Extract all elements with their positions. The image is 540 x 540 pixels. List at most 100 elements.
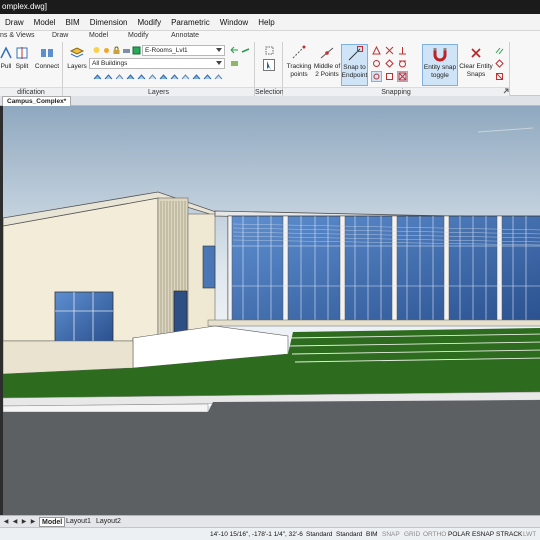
layout-tab-model[interactable]: Model	[39, 517, 66, 527]
menu-parametric[interactable]: Parametric	[166, 18, 215, 27]
snap-insertion-icon[interactable]	[397, 71, 408, 82]
layer-freeze-icon[interactable]	[125, 72, 136, 83]
snap-intersection-icon[interactable]	[384, 45, 395, 56]
snap-quadrant-icon[interactable]	[384, 58, 395, 69]
layout-tab-bar: ◀ ◀ ▶ ▶ Model Layout1 Layout2	[0, 515, 540, 527]
layer-settings-icon[interactable]	[213, 72, 224, 83]
layer-unlock-icon[interactable]	[147, 72, 158, 83]
chevron-down-icon	[216, 61, 222, 65]
next-layout-icon[interactable]: ▶	[20, 518, 28, 526]
status-grid[interactable]: GRID	[404, 530, 420, 539]
clear-snaps-icon	[467, 44, 485, 62]
connect-button[interactable]: Connect	[34, 44, 60, 71]
snap-node-icon[interactable]	[384, 71, 395, 82]
menu-modify[interactable]: Modify	[133, 18, 167, 27]
status-dim-style[interactable]: Standard	[336, 530, 362, 539]
status-bim[interactable]: BIM	[366, 530, 378, 539]
layer-unisolate-icon[interactable]	[103, 72, 114, 83]
snap-to-endpoint-label: Snap to Endpoint	[341, 64, 368, 79]
prev-layout-icon[interactable]: ◀	[11, 518, 19, 526]
current-layer-dropdown[interactable]: E-Rooms_Lvl1	[142, 45, 225, 56]
tab-draw[interactable]: Draw	[52, 32, 68, 39]
menu-window[interactable]: Window	[215, 18, 253, 27]
status-polar[interactable]: POLAR	[448, 530, 470, 539]
glass-building-base	[207, 319, 540, 327]
layer-delete-icon[interactable]	[180, 72, 191, 83]
tab-annotate[interactable]: Annotate	[171, 32, 199, 39]
ribbon-tab-strip: ns & Views Draw Model Modify Annotate	[0, 31, 540, 42]
layer-match-icon[interactable]	[229, 58, 240, 69]
clear-entity-snaps-button[interactable]: Clear Entity Snaps	[459, 44, 493, 79]
document-tab-label: Campus_Complex*	[7, 98, 67, 105]
status-esnap[interactable]: ESNAP	[472, 530, 494, 539]
snap-perpendicular-icon[interactable]	[397, 45, 408, 56]
middle-of-2-points-button[interactable]: Middle of 2 Points	[313, 44, 341, 79]
selection-group: Selection	[255, 42, 284, 96]
tracking-points-button[interactable]: Tracking points	[285, 44, 313, 79]
endpoint-snap-icon	[346, 45, 364, 63]
snap-tangent-icon[interactable]	[397, 58, 408, 69]
layer-off-icon[interactable]	[114, 72, 125, 83]
last-layout-icon[interactable]: ▶	[29, 518, 37, 526]
layer-translate-icon[interactable]	[202, 72, 213, 83]
snapping-group-label: Snapping	[283, 87, 509, 96]
layer-color-icon[interactable]	[131, 45, 142, 56]
status-snap[interactable]: SNAP	[382, 530, 400, 539]
layers-group: Layers E-Rooms_Lvl1 All Buildings Layers	[63, 42, 255, 96]
make-current-icon[interactable]	[240, 45, 251, 56]
first-layout-icon[interactable]: ◀	[2, 518, 10, 526]
menu-model[interactable]: Model	[29, 18, 61, 27]
status-ortho[interactable]: ORTHO	[423, 530, 446, 539]
layer-walk-icon[interactable]	[158, 72, 169, 83]
layers-group-label: Layers	[63, 87, 254, 96]
snapping-group: Tracking points Middle of 2 Points Snap …	[283, 42, 510, 96]
snap-to-endpoint-button[interactable]: Snap to Endpoint	[341, 44, 368, 86]
menu-dimension[interactable]: Dimension	[85, 18, 133, 27]
menu-draw[interactable]: Draw	[0, 18, 29, 27]
tab-model[interactable]: Model	[89, 32, 108, 39]
layers-label: Layers	[67, 63, 87, 70]
ribbon: Pull Split Connect dification Layers E-R…	[0, 42, 540, 96]
drawing-viewport[interactable]	[0, 106, 540, 515]
road	[3, 400, 540, 515]
layer-merge-icon[interactable]	[169, 72, 180, 83]
snap-parallel-icon[interactable]	[494, 45, 505, 56]
layer-filter-dropdown[interactable]: All Buildings	[89, 58, 225, 69]
layer-lock-icon[interactable]	[136, 72, 147, 83]
pull-label: Pull	[0, 63, 12, 70]
ribbon-overflow	[510, 42, 540, 96]
dialog-launcher-icon[interactable]	[502, 87, 509, 94]
snap-apparent-icon[interactable]	[494, 71, 505, 82]
layer-previous-icon[interactable]	[229, 45, 240, 56]
menu-help[interactable]: Help	[253, 18, 279, 27]
status-text-style[interactable]: Standard	[306, 530, 332, 539]
scene-render	[3, 106, 540, 515]
clear-entity-snaps-label: Clear Entity Snaps	[459, 63, 493, 78]
document-tab[interactable]: Campus_Complex*	[2, 96, 72, 106]
layout-tab-layout1[interactable]: Layout1	[64, 517, 93, 527]
snap-extension-icon[interactable]	[494, 58, 505, 69]
status-strack[interactable]: STRACK	[496, 530, 522, 539]
modification-group: Pull Split Connect dification	[0, 42, 63, 96]
app-window: omplex.dwg] Draw Model BIM Dimension Mod…	[0, 0, 540, 540]
snap-nearest-icon[interactable]	[371, 71, 382, 82]
tab-modify[interactable]: Modify	[128, 32, 149, 39]
tracking-points-icon	[290, 44, 308, 62]
menu-bim[interactable]: BIM	[60, 18, 84, 27]
snap-center-icon[interactable]	[371, 58, 382, 69]
snap-midpoint-icon[interactable]	[371, 45, 382, 56]
split-button[interactable]: Split	[13, 44, 31, 71]
layer-filter-value: All Buildings	[92, 60, 128, 67]
layers-button[interactable]: Layers	[66, 44, 88, 71]
layer-states-icon[interactable]	[191, 72, 202, 83]
select-cursor-icon[interactable]	[262, 58, 276, 72]
status-lwt[interactable]: LWT	[523, 530, 536, 539]
layer-isolate-icon[interactable]	[92, 72, 103, 83]
layout-tab-layout2[interactable]: Layout2	[94, 517, 123, 527]
connect-icon	[38, 44, 56, 62]
select-lasso-icon[interactable]	[264, 45, 275, 56]
title-bar: omplex.dwg]	[0, 0, 540, 14]
entity-snap-toggle-button[interactable]: Entity snap toggle	[422, 44, 458, 86]
tab-sections-views[interactable]: ns & Views	[0, 32, 35, 39]
split-icon	[13, 44, 31, 62]
